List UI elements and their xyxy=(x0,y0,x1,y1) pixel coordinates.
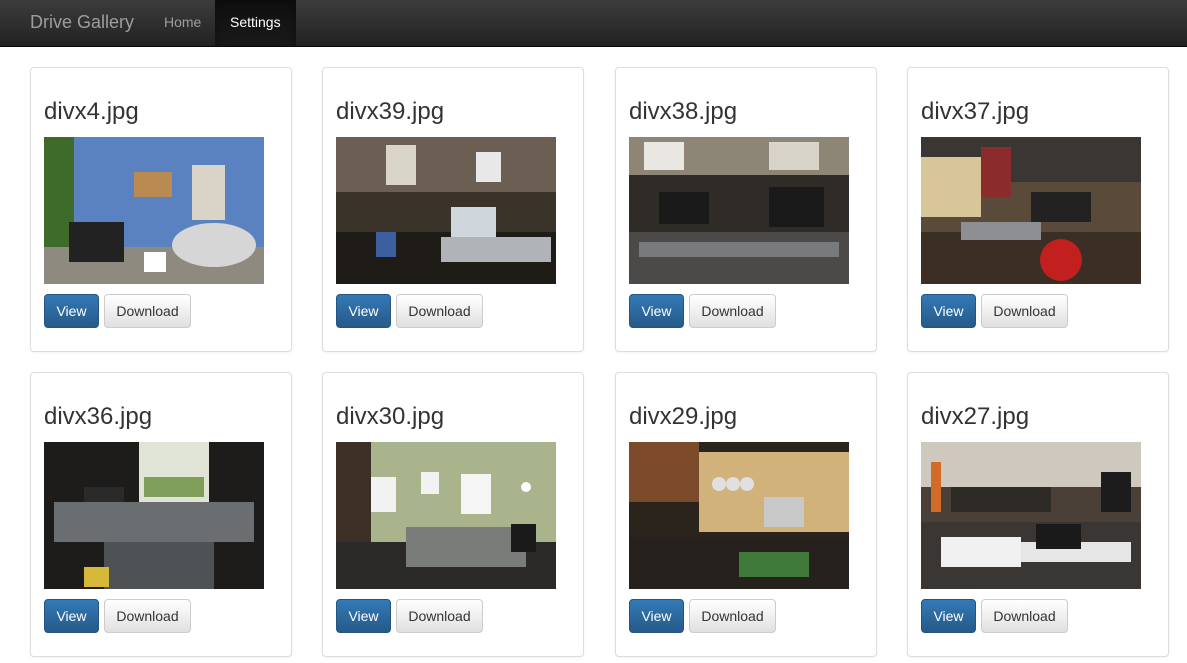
image-thumbnail[interactable] xyxy=(629,442,849,589)
image-title: divx4.jpg xyxy=(44,98,139,125)
image-thumbnail[interactable] xyxy=(44,137,264,284)
view-button[interactable]: View xyxy=(921,599,976,633)
image-title: divx38.jpg xyxy=(629,98,738,125)
download-button[interactable]: Download xyxy=(396,294,483,328)
image-thumbnail[interactable] xyxy=(921,137,1141,284)
image-title: divx36.jpg xyxy=(44,403,153,430)
image-title: divx30.jpg xyxy=(336,403,445,430)
download-button[interactable]: Download xyxy=(104,599,191,633)
nav-link-settings[interactable]: Settings xyxy=(215,0,296,46)
download-button[interactable]: Download xyxy=(981,599,1068,633)
view-button[interactable]: View xyxy=(44,599,99,633)
image-title: divx37.jpg xyxy=(921,98,1030,125)
gallery-card: divx29.jpg View Download xyxy=(615,372,877,657)
image-title: divx39.jpg xyxy=(336,98,445,125)
image-thumbnail[interactable] xyxy=(921,442,1141,589)
view-button[interactable]: View xyxy=(336,599,391,633)
image-title: divx27.jpg xyxy=(921,403,1030,430)
image-thumbnail[interactable] xyxy=(629,137,849,284)
gallery-card: divx27.jpg View Download xyxy=(907,372,1169,657)
view-button[interactable]: View xyxy=(336,294,391,328)
download-button[interactable]: Download xyxy=(689,599,776,633)
view-button[interactable]: View xyxy=(629,294,684,328)
gallery-card: divx4.jpg View Download xyxy=(30,67,292,352)
gallery-card: divx30.jpg View Download xyxy=(322,372,584,657)
image-thumbnail[interactable] xyxy=(336,442,556,589)
gallery-card: divx39.jpg View Download xyxy=(322,67,584,352)
navbar-brand[interactable]: Drive Gallery xyxy=(30,0,134,46)
nav-link-home[interactable]: Home xyxy=(149,0,216,46)
download-button[interactable]: Download xyxy=(981,294,1068,328)
view-button[interactable]: View xyxy=(629,599,684,633)
gallery-card: divx38.jpg View Download xyxy=(615,67,877,352)
image-thumbnail[interactable] xyxy=(44,442,264,589)
top-navbar: Drive Gallery Home Settings xyxy=(0,0,1187,47)
gallery-card: divx37.jpg View Download xyxy=(907,67,1169,352)
view-button[interactable]: View xyxy=(921,294,976,328)
download-button[interactable]: Download xyxy=(104,294,191,328)
image-thumbnail[interactable] xyxy=(336,137,556,284)
image-title: divx29.jpg xyxy=(629,403,738,430)
view-button[interactable]: View xyxy=(44,294,99,328)
gallery-card: divx36.jpg View Download xyxy=(30,372,292,657)
download-button[interactable]: Download xyxy=(396,599,483,633)
download-button[interactable]: Download xyxy=(689,294,776,328)
